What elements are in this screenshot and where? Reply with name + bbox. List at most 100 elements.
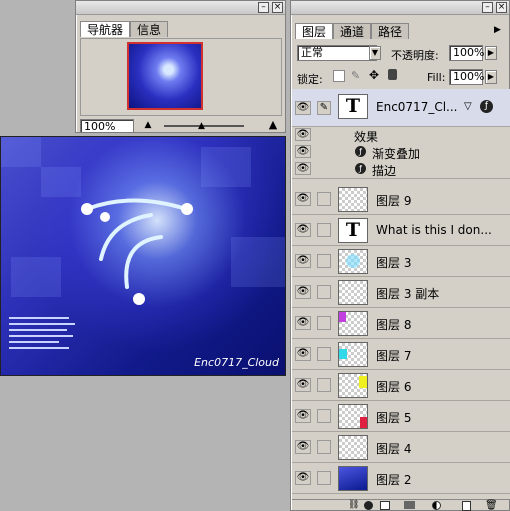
link-box[interactable] bbox=[317, 285, 331, 299]
layer-row[interactable]: 👁 图层 3 副本 bbox=[292, 277, 510, 308]
eye-icon[interactable]: 👁 bbox=[295, 128, 311, 141]
eye-icon[interactable]: 👁 bbox=[295, 101, 311, 115]
link-box[interactable] bbox=[317, 378, 331, 392]
new-layer-icon[interactable] bbox=[462, 501, 471, 511]
fill-field[interactable]: 100% bbox=[449, 69, 484, 85]
lock-transparency-icon[interactable] bbox=[333, 70, 345, 82]
eye-icon[interactable]: 👁 bbox=[295, 223, 311, 237]
layer-row[interactable]: 👁 图层 7 bbox=[292, 339, 510, 370]
text-layer-thumbnail: T bbox=[338, 218, 368, 243]
link-box[interactable] bbox=[317, 316, 331, 330]
link-box[interactable] bbox=[317, 471, 331, 485]
effect-row[interactable]: 👁 ƒ 渐变叠加 bbox=[292, 144, 510, 161]
blend-mode-dropdown-icon[interactable]: ▼ bbox=[369, 46, 381, 60]
effects-expand-icon[interactable]: ▽ bbox=[464, 101, 472, 112]
layer-row[interactable]: 👁 图层 9 bbox=[292, 184, 510, 215]
blend-mode-select[interactable]: 正常 bbox=[297, 45, 377, 61]
adjustment-layer-icon[interactable] bbox=[432, 501, 441, 510]
navigator-thumbnail[interactable] bbox=[127, 42, 203, 110]
layer-row[interactable]: 👁 T What is this I don... bbox=[292, 215, 510, 246]
eye-icon[interactable]: 👁 bbox=[295, 409, 311, 423]
layer-row-top-text[interactable]: 👁 ✎ T Enc0717_Cl... ▽ ƒ bbox=[292, 89, 510, 127]
link-box[interactable] bbox=[317, 223, 331, 237]
layers-panel: – × 图层 通道 路径 ▶ 正常 ▼ 不透明度: 100% ▶ 锁定: ✎ ✥… bbox=[290, 0, 510, 511]
layers-list: 👁 ✎ T Enc0717_Cl... ▽ ƒ 👁 效果 👁 ƒ 渐变叠加 👁 … bbox=[292, 89, 510, 499]
opacity-arrow-icon[interactable]: ▶ bbox=[485, 46, 497, 60]
lock-label: 锁定: bbox=[297, 73, 323, 86]
link-box[interactable] bbox=[317, 347, 331, 361]
layers-titlebar[interactable]: – × bbox=[291, 1, 509, 15]
eye-icon[interactable]: 👁 bbox=[295, 254, 311, 268]
zoom-slider-handle[interactable]: ▲ bbox=[198, 121, 205, 131]
new-group-icon[interactable] bbox=[404, 501, 415, 509]
layer-name: 图层 3 bbox=[376, 256, 412, 270]
link-box[interactable] bbox=[317, 254, 331, 268]
canvas-small-text bbox=[9, 317, 75, 349]
eye-icon[interactable]: 👁 bbox=[295, 347, 311, 361]
eye-icon[interactable]: 👁 bbox=[295, 285, 311, 299]
panel-menu-icon[interactable]: ▶ bbox=[494, 25, 501, 35]
fill-label: Fill: bbox=[427, 71, 446, 84]
layer-name: What is this I don... bbox=[376, 223, 492, 237]
eye-icon[interactable]: 👁 bbox=[295, 471, 311, 485]
zoom-field[interactable]: 100% bbox=[80, 119, 134, 133]
layer-thumbnail bbox=[338, 187, 368, 212]
lock-brush-icon[interactable]: ✎ bbox=[351, 69, 360, 82]
tab-channels[interactable]: 通道 bbox=[333, 23, 372, 39]
eye-icon[interactable]: 👁 bbox=[295, 162, 311, 175]
layer-row[interactable]: 👁 图层 3 bbox=[292, 246, 510, 277]
effect-row[interactable]: 👁 ƒ 描边 bbox=[292, 161, 510, 179]
layer-thumbnail bbox=[338, 342, 368, 367]
link-box[interactable] bbox=[317, 409, 331, 423]
link-box[interactable] bbox=[317, 192, 331, 206]
opacity-label: 不透明度: bbox=[391, 49, 439, 62]
layer-thumbnail bbox=[338, 435, 368, 460]
eye-icon[interactable]: 👁 bbox=[295, 440, 311, 454]
effect-name: 渐变叠加 bbox=[372, 147, 421, 161]
navigator-titlebar[interactable]: – × bbox=[76, 1, 285, 15]
navigator-panel: – × 导航器 信息 100% ▲ ▲ ▲ bbox=[75, 0, 286, 133]
link-layers-icon[interactable]: ⛓ bbox=[348, 500, 359, 510]
text-layer-thumbnail: T bbox=[338, 94, 368, 119]
link-box[interactable] bbox=[317, 440, 331, 454]
effects-header-row[interactable]: 👁 效果 bbox=[292, 127, 510, 144]
eye-icon[interactable]: 👁 bbox=[295, 378, 311, 392]
tab-paths[interactable]: 路径 bbox=[371, 23, 410, 39]
zoom-in-icon[interactable]: ▲ bbox=[266, 118, 280, 132]
close-icon[interactable]: × bbox=[272, 2, 283, 13]
minimize-icon[interactable]: – bbox=[482, 2, 493, 13]
opacity-field[interactable]: 100% bbox=[449, 45, 484, 61]
brush-icon[interactable]: ✎ bbox=[317, 101, 331, 115]
trash-icon[interactable]: 🗑 bbox=[485, 500, 498, 511]
layer-row[interactable]: 👁 图层 6 bbox=[292, 370, 510, 401]
tab-info[interactable]: 信息 bbox=[130, 21, 169, 37]
eye-icon[interactable]: 👁 bbox=[295, 192, 311, 206]
canvas-image[interactable]: Enc0717_Cloud bbox=[0, 136, 286, 376]
effect-fx-icon: ƒ bbox=[355, 163, 366, 174]
effect-name: 描边 bbox=[372, 164, 397, 178]
fx-icon: ƒ bbox=[480, 100, 493, 113]
lock-move-icon[interactable]: ✥ bbox=[369, 68, 379, 82]
layer-name: 图层 3 副本 bbox=[376, 287, 440, 301]
layers-bottom-toolbar: ⛓ 🗑 bbox=[292, 499, 510, 511]
zoom-out-icon[interactable]: ▲ bbox=[141, 120, 155, 132]
eye-icon[interactable]: 👁 bbox=[295, 316, 311, 330]
layer-row[interactable]: 👁 图层 5 bbox=[292, 401, 510, 432]
tab-layers[interactable]: 图层 bbox=[295, 23, 334, 39]
effects-label: 效果 bbox=[354, 130, 379, 144]
layer-name: 图层 8 bbox=[376, 318, 412, 332]
add-style-icon[interactable] bbox=[364, 501, 373, 510]
layer-row[interactable]: 👁 图层 8 bbox=[292, 308, 510, 339]
add-mask-icon[interactable] bbox=[380, 501, 390, 510]
close-icon[interactable]: × bbox=[496, 2, 507, 13]
eye-icon[interactable]: 👁 bbox=[295, 145, 311, 158]
layer-name: Enc0717_Cl... bbox=[376, 100, 458, 114]
layer-row[interactable]: 👁 图层 2 bbox=[292, 463, 510, 494]
effect-fx-icon: ƒ bbox=[355, 146, 366, 157]
minimize-icon[interactable]: – bbox=[258, 2, 269, 13]
layer-name: 图层 4 bbox=[376, 442, 412, 456]
lock-all-icon[interactable] bbox=[388, 69, 397, 80]
layer-row[interactable]: 👁 图层 4 bbox=[292, 432, 510, 463]
fill-arrow-icon[interactable]: ▶ bbox=[485, 70, 497, 84]
tab-navigator[interactable]: 导航器 bbox=[80, 21, 131, 37]
